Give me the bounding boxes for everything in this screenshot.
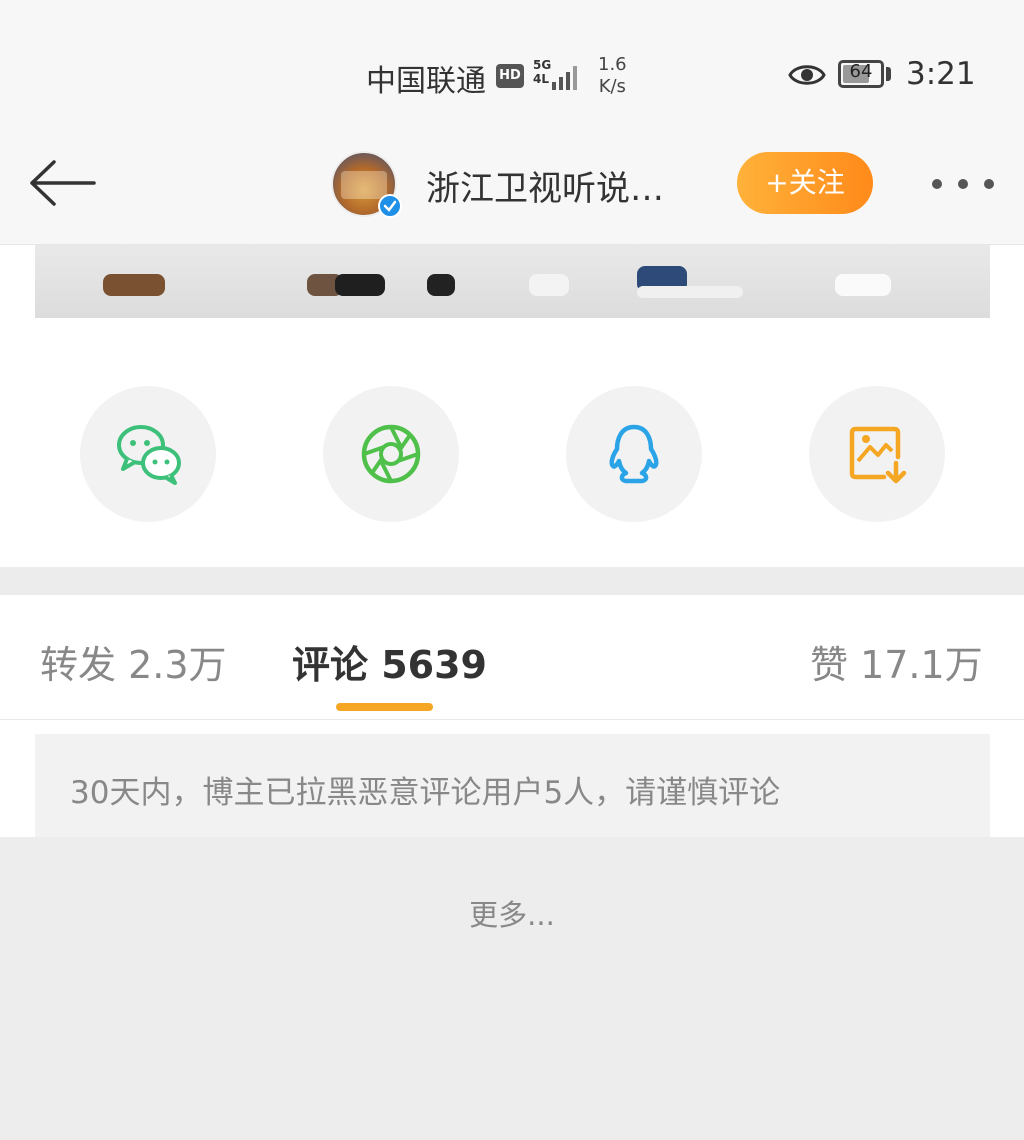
tab-like[interactable]: 赞 17.1万 — [810, 634, 983, 689]
network-speed: 1.6 K/s — [598, 54, 627, 97]
moments-icon — [361, 424, 421, 484]
account-name[interactable]: 浙江卫视听说… — [426, 161, 664, 210]
battery-icon: 64 — [838, 60, 884, 88]
tab-comment[interactable]: 评论 5639 — [292, 634, 487, 689]
signal-icon — [548, 60, 582, 96]
verified-icon — [378, 194, 402, 218]
post-image[interactable] — [35, 245, 990, 318]
follow-button[interactable]: +关注 — [737, 152, 873, 214]
load-more-link[interactable]: 更多... — [0, 892, 1024, 934]
more-options-icon[interactable] — [930, 176, 996, 195]
save-image-button[interactable] — [809, 386, 945, 522]
save-image-icon — [849, 426, 907, 484]
comment-notice-text: 30天内，博主已拉黑恶意评论用户5人，请谨慎评论 — [70, 775, 781, 811]
share-qq-button[interactable] — [566, 386, 702, 522]
qq-icon — [609, 424, 659, 484]
eye-icon — [788, 60, 826, 94]
section-divider — [0, 567, 1024, 595]
share-moments-button[interactable] — [323, 386, 459, 522]
hd-badge: HD — [496, 64, 524, 88]
clock: 3:21 — [906, 56, 976, 92]
active-tab-indicator — [336, 703, 433, 711]
wechat-icon — [117, 425, 181, 485]
carrier-name: 中国联通 — [366, 64, 486, 99]
back-arrow-icon[interactable] — [28, 158, 98, 212]
battery-tip — [886, 67, 891, 81]
share-wechat-button[interactable] — [80, 386, 216, 522]
battery-level: 64 — [849, 61, 873, 82]
tab-repost[interactable]: 转发 2.3万 — [40, 634, 227, 689]
